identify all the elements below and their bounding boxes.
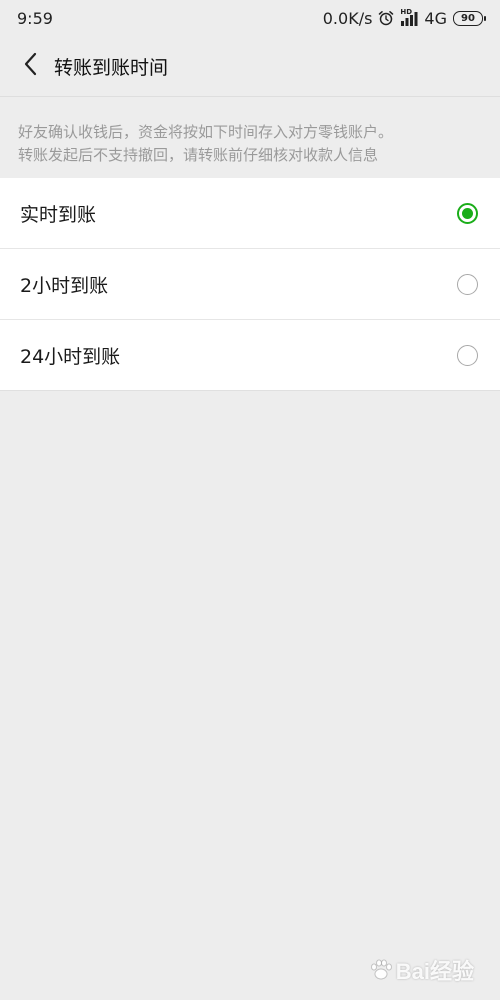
net-speed: 0.0K/s [322,8,373,28]
status-indicators: 0.0K/s HD 4G 90 [322,7,486,28]
watermark-text: Bai经验 [395,959,474,984]
option-2-hours[interactable]: 2小时到账 [0,249,500,320]
description-line-1: 好友确认收钱后，资金将按如下时间存入对方零钱账户。 [18,123,394,141]
battery-indicator: 90 [453,10,486,26]
app-header: 转账到账时间 [0,36,500,96]
signal-group: HD [400,7,418,26]
page-title: 转账到账时间 [54,56,169,79]
description-text: 好友确认收钱后，资金将按如下时间存入对方零钱账户。 转账发起后不支持撤回，请转账… [0,96,500,178]
option-24-hours[interactable]: 24小时到账 [0,320,500,391]
radio-unselected-icon[interactable] [457,273,478,295]
chevron-left-icon [23,52,37,80]
radio-unselected-icon[interactable] [457,344,478,366]
baidu-jingyan-watermark: Bai经验 [368,954,474,986]
status-time: 9:59 [17,8,53,28]
hd-label: HD [400,7,413,16]
description-line-2: 转账发起后不支持撤回，请转账前仔细核对收款人信息 [18,146,379,164]
option-label: 24小时到账 [20,345,121,368]
screen: 9:59 0.0K/s HD 4G 90 转账到账时间 好友确认收钱后，资金将按… [0,0,500,1000]
alarm-icon [378,10,394,26]
arrival-time-options: 实时到账 2小时到账 24小时到账 [0,178,500,391]
option-label: 2小时到账 [20,274,109,297]
battery-level: 90 [461,12,475,24]
network-type: 4G [424,8,447,28]
option-realtime[interactable]: 实时到账 [0,178,500,249]
radio-selected-icon[interactable] [457,202,478,224]
option-label: 实时到账 [20,203,97,226]
paw-icon [368,957,394,983]
status-bar: 9:59 0.0K/s HD 4G 90 [0,0,500,36]
back-button[interactable] [16,52,44,80]
